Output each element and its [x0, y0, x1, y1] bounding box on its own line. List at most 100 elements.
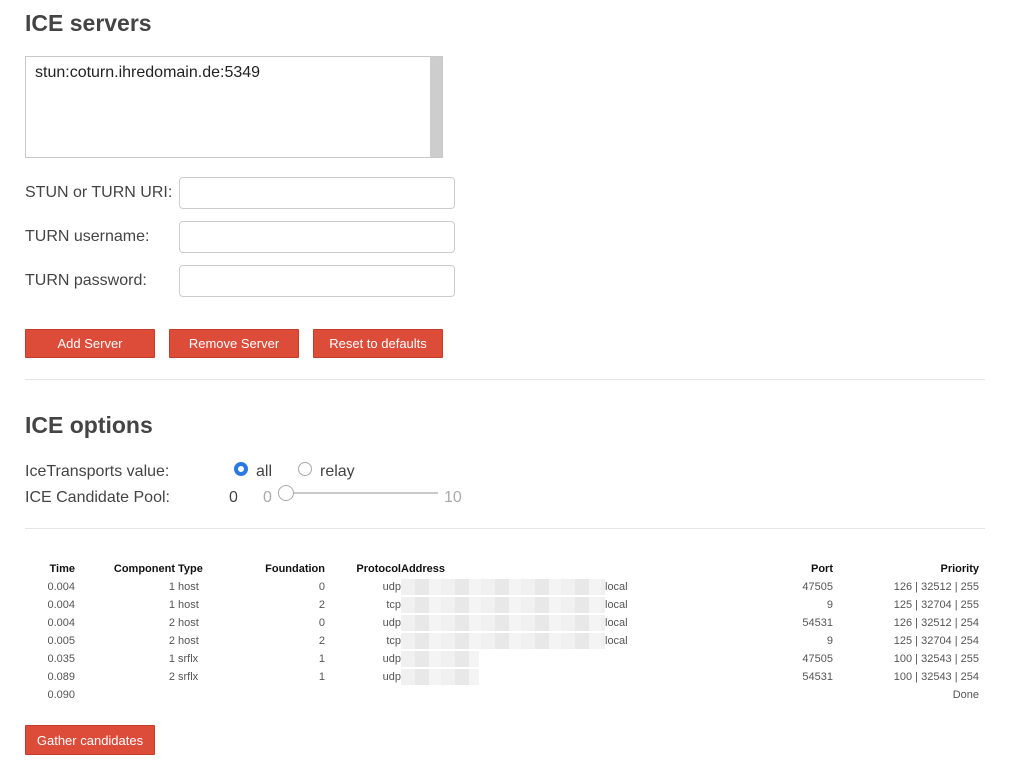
- cell-address: local: [401, 614, 741, 632]
- cell-address: local: [401, 578, 741, 596]
- cell-time: 0.005: [47, 635, 75, 647]
- cell-protocol: [325, 686, 401, 704]
- redacted-address: [401, 651, 479, 667]
- reset-defaults-button[interactable]: Reset to defaults: [313, 329, 443, 358]
- cell-address: local: [401, 632, 741, 650]
- cell-foundation: 0: [318, 581, 325, 593]
- add-server-button[interactable]: Add Server: [25, 329, 155, 358]
- username-label: TURN username:: [25, 228, 150, 245]
- redacted-address: [401, 669, 479, 685]
- cell-address: [401, 650, 741, 668]
- table-row: 0.005 2 host 2 tcp local 9 125 | 32704 |…: [25, 632, 979, 650]
- cell-priority: 125 | 32704 | 255: [893, 599, 979, 611]
- cell-protocol: udp: [382, 617, 401, 629]
- cell-time: 0.090: [47, 689, 75, 701]
- cell-time: 0.004: [47, 581, 75, 593]
- cell-type: srflx: [178, 671, 199, 683]
- ice-options-title: ICE options: [25, 412, 153, 438]
- address-suffix: local: [605, 616, 628, 629]
- cell-foundation: 2: [318, 635, 325, 647]
- header-component: Component: [113, 563, 175, 575]
- server-list-item[interactable]: stun:coturn.ihredomain.de:5349: [35, 64, 260, 82]
- username-input[interactable]: [179, 221, 455, 253]
- table-row: 0.035 1 srflx 1 udp 47505 100 | 32543 | …: [25, 650, 979, 668]
- cell-component: 1: [168, 599, 175, 611]
- cell-port: [741, 686, 833, 704]
- table-row: 0.004 1 host 0 udp local 47505 126 | 325…: [25, 578, 979, 596]
- password-input[interactable]: [179, 265, 455, 297]
- cell-port: 9: [826, 599, 833, 611]
- cell-time: 0.035: [47, 653, 75, 665]
- header-priority: Priority: [940, 563, 979, 575]
- cell-port: 9: [826, 635, 833, 647]
- cell-protocol: udp: [382, 653, 401, 665]
- address-suffix: local: [605, 598, 628, 611]
- divider: [25, 528, 985, 529]
- table-row: 0.004 1 host 2 tcp local 9 125 | 32704 |…: [25, 596, 979, 614]
- radio-relay[interactable]: [298, 462, 312, 476]
- address-suffix: local: [605, 580, 628, 593]
- remove-server-button[interactable]: Remove Server: [169, 329, 299, 358]
- header-address: Address: [401, 563, 446, 575]
- cell-port: 54531: [802, 671, 833, 683]
- table-header-row: Time Component Type Foundation Protocol …: [25, 560, 979, 578]
- table-row: 0.090 Done: [25, 686, 979, 704]
- cell-foundation: [208, 686, 325, 704]
- cell-protocol: udp: [382, 581, 401, 593]
- redacted-address: [401, 579, 605, 595]
- header-type: Type: [178, 563, 203, 575]
- cell-time: 0.004: [47, 617, 75, 629]
- gather-candidates-button[interactable]: Gather candidates: [25, 725, 155, 755]
- header-time: Time: [49, 563, 75, 575]
- candidate-pool-label: ICE Candidate Pool:: [25, 489, 170, 506]
- password-label: TURN password:: [25, 272, 147, 289]
- cell-protocol: tcp: [386, 635, 401, 647]
- candidates-table: Time Component Type Foundation Protocol …: [25, 560, 979, 704]
- cell-type: [175, 686, 208, 704]
- cell-type: host: [178, 599, 199, 611]
- ice-transports-label: IceTransports value:: [25, 463, 170, 480]
- cell-priority: 100 | 32543 | 254: [893, 671, 979, 683]
- redacted-address: [401, 633, 605, 649]
- cell-component: 2: [168, 635, 175, 647]
- cell-time: 0.004: [47, 599, 75, 611]
- cell-priority: 126 | 32512 | 255: [893, 581, 979, 593]
- cell-address: [401, 668, 741, 686]
- header-protocol: Protocol: [356, 563, 401, 575]
- cell-port: 47505: [802, 653, 833, 665]
- cell-priority: 125 | 32704 | 254: [893, 635, 979, 647]
- redacted-address: [401, 615, 605, 631]
- header-port: Port: [811, 563, 833, 575]
- cell-foundation: 0: [318, 617, 325, 629]
- cell-priority: 100 | 32543 | 255: [893, 653, 979, 665]
- candidate-pool-slider-thumb[interactable]: [278, 485, 294, 501]
- cell-type: srflx: [178, 653, 199, 665]
- cell-foundation: 1: [318, 653, 325, 665]
- cell-port: 47505: [802, 581, 833, 593]
- cell-foundation: 1: [318, 671, 325, 683]
- slider-max-label: 10: [444, 489, 462, 506]
- server-list[interactable]: stun:coturn.ihredomain.de:5349: [25, 56, 443, 158]
- cell-protocol: udp: [382, 671, 401, 683]
- radio-all[interactable]: [234, 462, 248, 476]
- uri-input[interactable]: [179, 177, 455, 209]
- cell-address: local: [401, 596, 741, 614]
- cell-type: host: [178, 635, 199, 647]
- cell-foundation: 2: [318, 599, 325, 611]
- cell-priority: 126 | 32512 | 254: [893, 617, 979, 629]
- divider: [25, 379, 985, 380]
- cell-time: 0.089: [47, 671, 75, 683]
- radio-relay-label: relay: [320, 463, 355, 480]
- ice-servers-title: ICE servers: [25, 10, 152, 36]
- cell-priority: Done: [952, 689, 979, 701]
- table-row: 0.004 2 host 0 udp local 54531 126 | 325…: [25, 614, 979, 632]
- cell-protocol: tcp: [386, 599, 401, 611]
- cell-component: [75, 686, 175, 704]
- redacted-address: [401, 597, 605, 613]
- address-suffix: local: [605, 634, 628, 647]
- server-list-scrollbar[interactable]: [430, 57, 442, 157]
- cell-type: host: [178, 617, 199, 629]
- cell-component: 1: [168, 653, 175, 665]
- candidate-pool-value: 0: [229, 489, 238, 506]
- candidate-pool-slider-track[interactable]: [287, 492, 438, 494]
